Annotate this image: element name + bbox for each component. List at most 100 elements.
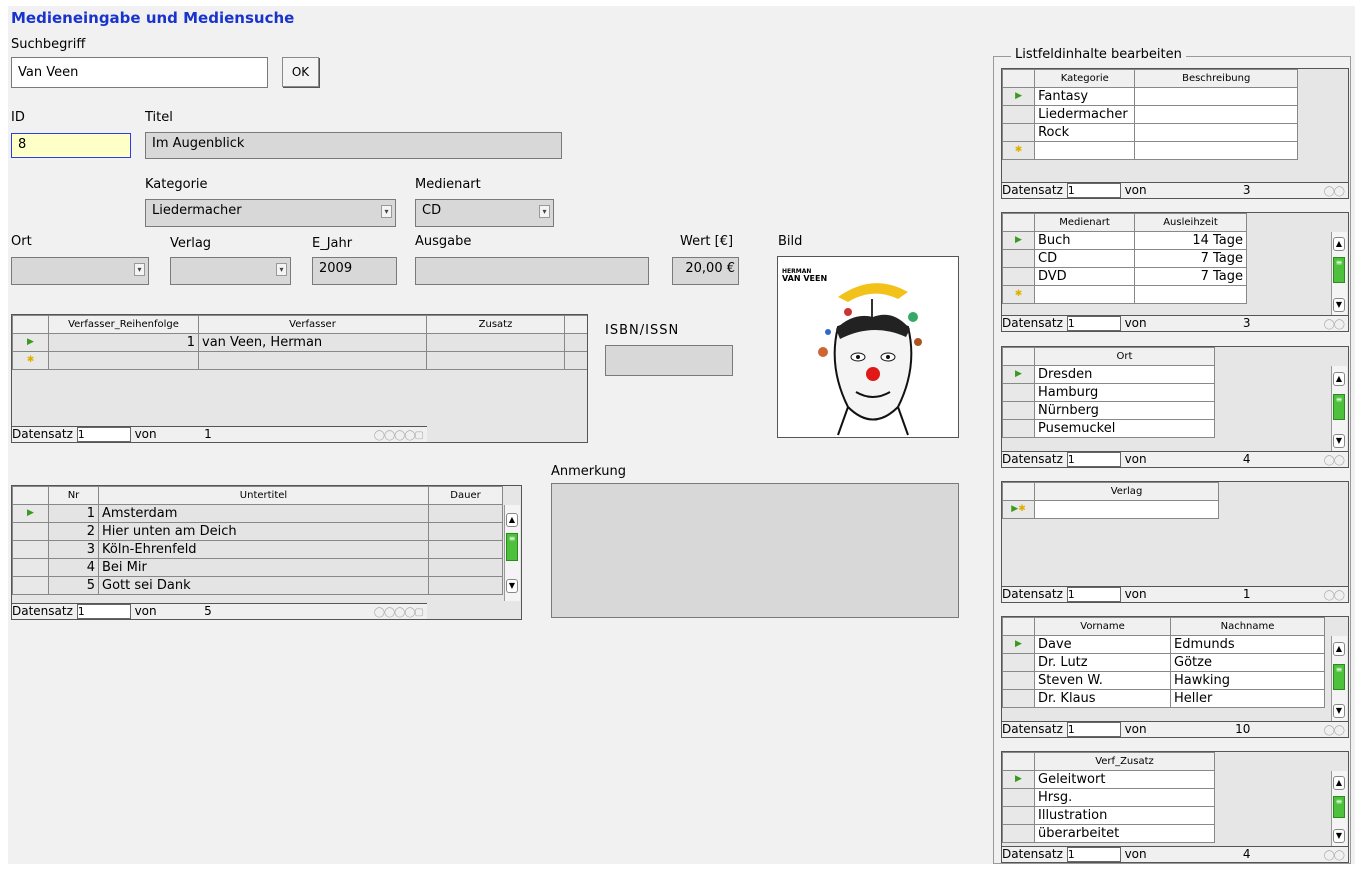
table-cell[interactable]: 7 Tage [1134, 249, 1247, 268]
scroll-down-icon[interactable]: ▼ [1333, 704, 1345, 718]
table-row[interactable]: 4 Bei Mir [12, 558, 503, 577]
vertical-scrollbar[interactable]: ▲ ≡ ▼ [504, 505, 520, 601]
table-cell[interactable]: CD [1034, 249, 1135, 268]
scroll-up-icon[interactable]: ▲ [506, 513, 518, 527]
current-row-icon[interactable]: ▶ [1002, 770, 1035, 789]
new-record-icon[interactable]: ✱ [12, 351, 49, 370]
vertical-scrollbar[interactable]: ▲ ≡ ▼ [1331, 771, 1347, 847]
table-cell[interactable] [428, 540, 503, 559]
nav-buttons-icon[interactable]: ◯◯ [1324, 723, 1345, 737]
table-row[interactable]: Steven W. Hawking [1002, 671, 1325, 690]
table-row[interactable]: ▶ Fantasy [1002, 87, 1298, 106]
table-cell[interactable]: Dr. Klaus [1034, 689, 1171, 708]
new-record-icon[interactable]: ▶✱ [1002, 500, 1035, 519]
row-header[interactable] [1002, 689, 1035, 708]
table-row[interactable]: ▶ 1 van Veen, Herman [12, 333, 587, 352]
isbn-field[interactable] [605, 345, 733, 376]
table-cell[interactable] [48, 351, 199, 370]
table-cell[interactable]: Steven W. [1034, 671, 1171, 690]
current-row-icon[interactable]: ▶ [1002, 231, 1035, 250]
table-cell[interactable] [1134, 87, 1298, 106]
column-header[interactable]: Dauer [428, 486, 503, 505]
row-header[interactable] [1002, 788, 1035, 807]
table-row[interactable]: Illustration [1002, 806, 1215, 825]
ausgabe-field[interactable] [415, 257, 649, 285]
table-row[interactable]: ▶ 1 Amsterdam [12, 504, 503, 523]
nav-buttons-icon[interactable]: ◯◯ [1324, 848, 1345, 862]
table-row[interactable]: 5 Gott sei Dank [12, 576, 503, 595]
record-number-field[interactable]: 1 [1066, 587, 1121, 602]
table-cell[interactable] [426, 351, 565, 370]
table-row[interactable]: ▶ Dave Edmunds [1002, 635, 1325, 654]
record-number-field[interactable]: 1 [1066, 452, 1121, 467]
table-row[interactable]: überarbeitet [1002, 824, 1215, 843]
column-header[interactable]: Vorname [1034, 617, 1171, 636]
verf-zusatz-list-grid[interactable]: Verf_Zusatz ▶ Geleitwort Hrsg. Illustrati… [1001, 751, 1349, 863]
table-cell[interactable]: Hrsg. [1034, 788, 1215, 807]
dropdown-arrow-icon[interactable]: ▾ [539, 205, 550, 218]
scroll-thumb[interactable]: ≡ [1333, 664, 1345, 690]
table-cell[interactable] [1034, 141, 1136, 160]
table-row[interactable]: Hrsg. [1002, 788, 1215, 807]
column-header[interactable]: Beschreibung [1134, 69, 1298, 88]
table-cell[interactable]: Liedermacher [1034, 105, 1136, 124]
table-cell[interactable] [1134, 105, 1298, 124]
table-row[interactable]: DVD 7 Tage [1002, 267, 1247, 286]
wert-field[interactable]: 20,00 € [672, 257, 739, 285]
table-cell[interactable]: Rock [1034, 123, 1136, 142]
row-header[interactable] [1002, 824, 1035, 843]
nav-buttons-icon[interactable]: ◯◯ [1324, 184, 1345, 198]
column-header[interactable]: Ort [1034, 347, 1215, 366]
table-row[interactable]: Nürnberg [1002, 401, 1215, 420]
scroll-up-icon[interactable]: ▲ [1333, 372, 1345, 386]
scroll-down-icon[interactable]: ▼ [1333, 829, 1345, 843]
vertical-scrollbar[interactable]: ▲ ≡ ▼ [1331, 636, 1347, 722]
current-row-icon[interactable]: ▶ [1002, 635, 1035, 654]
scroll-thumb[interactable]: ≡ [1333, 257, 1345, 283]
table-cell[interactable] [428, 576, 503, 595]
table-cell[interactable]: Dave [1034, 635, 1171, 654]
table-cell[interactable]: 2 [48, 522, 99, 541]
record-number-field[interactable]: 1 [1066, 847, 1121, 862]
ok-button[interactable]: OK [282, 57, 319, 87]
table-row[interactable]: Hamburg [1002, 383, 1215, 402]
medienart-dropdown[interactable]: CD ▾ [415, 199, 554, 227]
scroll-down-icon[interactable]: ▼ [506, 579, 518, 593]
row-header[interactable] [1002, 105, 1036, 124]
current-row-icon[interactable]: ▶ [12, 504, 49, 523]
table-cell[interactable]: DVD [1034, 267, 1135, 286]
table-row[interactable]: Pusemuckel [1002, 419, 1215, 438]
table-row[interactable]: 2 Hier unten am Deich [12, 522, 503, 541]
table-cell[interactable]: 14 Tage [1134, 231, 1247, 250]
table-cell[interactable]: Nürnberg [1034, 401, 1215, 420]
personen-list-grid[interactable]: Vorname Nachname ▶ Dave Edmunds Dr. Lutz Gö… [1001, 616, 1349, 738]
table-cell[interactable] [1034, 500, 1219, 519]
record-number-field[interactable]: 1 [76, 427, 131, 442]
column-header[interactable]: Verlag [1034, 482, 1219, 501]
row-header[interactable] [1002, 401, 1035, 420]
new-record-icon[interactable]: ✱ [1002, 285, 1035, 304]
ejahr-field[interactable]: 2009 [312, 257, 397, 285]
column-header[interactable]: Verfasser [198, 315, 427, 334]
medienart-list-grid[interactable]: Medienart Ausleihzeit ▶ Buch 14 Tage CD 7 T… [1001, 212, 1349, 332]
column-header[interactable]: Verfasser_Reihenfolge [48, 315, 199, 334]
current-row-icon[interactable]: ▶ [1002, 365, 1035, 384]
row-header[interactable] [12, 522, 49, 541]
column-header[interactable]: Zusatz [426, 315, 565, 334]
table-row[interactable]: CD 7 Tage [1002, 249, 1247, 268]
verlag-dropdown[interactable]: ▾ [170, 257, 291, 285]
new-row[interactable]: ✱ [12, 351, 587, 370]
scroll-up-icon[interactable]: ▲ [1333, 642, 1345, 656]
dropdown-arrow-icon[interactable]: ▾ [276, 263, 287, 276]
table-cell[interactable]: Köln-Ehrenfeld [98, 540, 429, 559]
table-cell[interactable]: Geleitwort [1034, 770, 1215, 789]
kategorie-list-grid[interactable]: Kategorie Beschreibung ▶ Fantasy Liederma… [1001, 68, 1349, 199]
table-cell[interactable]: Hier unten am Deich [98, 522, 429, 541]
row-header[interactable] [1002, 123, 1036, 142]
scroll-up-icon[interactable]: ▲ [1333, 237, 1345, 251]
table-row[interactable]: 3 Köln-Ehrenfeld [12, 540, 503, 559]
table-cell[interactable]: Edmunds [1170, 635, 1325, 654]
table-cell[interactable]: 5 [48, 576, 99, 595]
table-cell[interactable] [428, 504, 503, 523]
current-row-icon[interactable]: ▶ [12, 333, 49, 352]
